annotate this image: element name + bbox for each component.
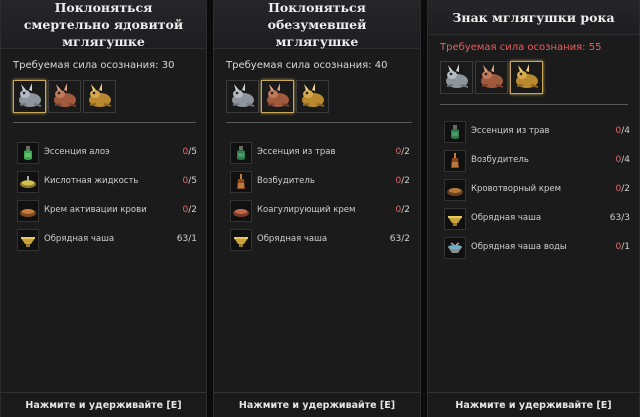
list-item: Крем активации крови 0/2 <box>17 200 197 229</box>
ingredient-name: Возбудитель <box>471 155 529 165</box>
list-item: Эссенция из трав 0/4 <box>444 121 630 150</box>
ingredient-list: Эссенция из трав 0/4 Возбудитель 0/4 Кро… <box>444 121 630 266</box>
ingredient-name: Эссенция из трав <box>257 147 336 157</box>
hold-to-activate-button[interactable]: Нажмите и удерживайте [E] <box>428 392 639 417</box>
gold-frog-icon[interactable] <box>296 80 329 113</box>
herb-essence-icon <box>230 142 252 164</box>
list-item: Возбудитель 0/2 <box>230 171 410 200</box>
list-item: Обрядная чаша 63/1 <box>17 229 197 258</box>
copper-frog-icon[interactable] <box>48 80 81 113</box>
requirement-text: Требуемая сила осознания: 55 <box>440 42 602 53</box>
ingredient-name: Возбудитель <box>257 176 315 186</box>
panel-title: Знак мглягушки рока <box>452 9 615 25</box>
ingredient-count: 0/1 <box>615 242 631 252</box>
ingredient-count: 0/5 <box>182 147 198 157</box>
silver-frog-icon[interactable] <box>226 80 259 113</box>
hematopoietic-cream-icon <box>444 179 466 201</box>
hold-to-activate-button[interactable]: Нажмите и удерживайте [E] <box>214 392 420 417</box>
ingredient-name: Обрядная чаша <box>257 234 328 244</box>
ingredient-count: 0/2 <box>615 184 631 194</box>
ingredient-name: Крем активации крови <box>44 205 147 215</box>
copper-frog-icon[interactable] <box>261 80 294 113</box>
silver-frog-icon[interactable] <box>440 61 473 94</box>
frog-form-selector <box>13 80 116 113</box>
ingredient-count: 0/2 <box>395 147 411 157</box>
frog-form-selector <box>440 61 543 94</box>
ingredient-count: 0/2 <box>395 176 411 186</box>
aloe-essence-icon <box>17 142 39 164</box>
requirement-text: Требуемая сила осознания: 30 <box>13 60 175 71</box>
divider <box>13 122 196 123</box>
ingredient-count: 0/2 <box>395 205 411 215</box>
divider <box>440 104 628 105</box>
list-item: Эссенция алоэ 0/5 <box>17 142 197 171</box>
ritual-bowl-icon <box>444 208 466 230</box>
ingredient-count: 63/2 <box>389 234 410 244</box>
ingredient-name: Кислотная жидкость <box>44 176 139 186</box>
list-item: Кислотная жидкость 0/5 <box>17 171 197 200</box>
ingredient-name: Обрядная чаша воды <box>471 242 567 252</box>
ingredient-count: 0/5 <box>182 176 198 186</box>
panel-title: Поклоняться смертельно ядовитой мглягушк… <box>23 0 184 49</box>
herb-essence-icon <box>444 121 466 143</box>
hold-to-activate-button[interactable]: Нажмите и удерживайте [E] <box>1 392 206 417</box>
gold-frog-icon[interactable] <box>510 61 543 94</box>
stimulant-icon <box>230 171 252 193</box>
list-item: Обрядная чаша 63/2 <box>230 229 410 258</box>
ingredient-count: 63/3 <box>609 213 630 223</box>
coagulant-cream-icon <box>230 200 252 222</box>
ingredient-list: Эссенция из трав 0/2 Возбудитель 0/2 Коа… <box>230 142 410 258</box>
panel-title: Поклоняться обезумевшей мглягушке <box>267 0 367 49</box>
blood-cream-icon <box>17 200 39 222</box>
ritual-panel-1: Поклоняться смертельно ядовитой мглягушк… <box>0 0 207 417</box>
ingredient-count: 63/1 <box>176 234 197 244</box>
ritual-panel-2: Поклоняться обезумевшей мглягушке Требуе… <box>213 0 421 417</box>
silver-frog-icon[interactable] <box>13 80 46 113</box>
ingredient-name: Обрядная чаша <box>471 213 542 223</box>
ingredient-name: Кровотворный крем <box>471 184 562 194</box>
ritual-bowl-icon <box>230 229 252 251</box>
ingredient-name: Коагулирующий крем <box>257 205 356 215</box>
ritual-panel-3: Знак мглягушки рока Требуемая сила осозн… <box>427 0 640 417</box>
list-item: Обрядная чаша 63/3 <box>444 208 630 237</box>
divider <box>226 122 412 123</box>
requirement-text: Требуемая сила осознания: 40 <box>226 60 388 71</box>
list-item: Коагулирующий крем 0/2 <box>230 200 410 229</box>
list-item: Кровотворный крем 0/2 <box>444 179 630 208</box>
ritual-bowl-icon <box>17 229 39 251</box>
ingredient-name: Обрядная чаша <box>44 234 115 244</box>
acid-liquid-icon <box>17 171 39 193</box>
ingredient-count: 0/4 <box>615 126 631 136</box>
ingredient-name: Эссенция из трав <box>471 126 550 136</box>
copper-frog-icon[interactable] <box>475 61 508 94</box>
ingredient-count: 0/2 <box>182 205 198 215</box>
water-bowl-icon <box>444 237 466 259</box>
list-item: Эссенция из трав 0/2 <box>230 142 410 171</box>
list-item: Возбудитель 0/4 <box>444 150 630 179</box>
ingredient-name: Эссенция алоэ <box>44 147 110 157</box>
ingredient-list: Эссенция алоэ 0/5 Кислотная жидкость 0/5… <box>17 142 197 258</box>
panel-header: Поклоняться обезумевшей мглягушке <box>214 0 420 49</box>
panel-header: Поклоняться смертельно ядовитой мглягушк… <box>1 0 206 49</box>
panel-header: Знак мглягушки рока <box>428 0 639 35</box>
gold-frog-icon[interactable] <box>83 80 116 113</box>
stimulant-icon <box>444 150 466 172</box>
ingredient-count: 0/4 <box>615 155 631 165</box>
list-item: Обрядная чаша воды 0/1 <box>444 237 630 266</box>
frog-form-selector <box>226 80 329 113</box>
